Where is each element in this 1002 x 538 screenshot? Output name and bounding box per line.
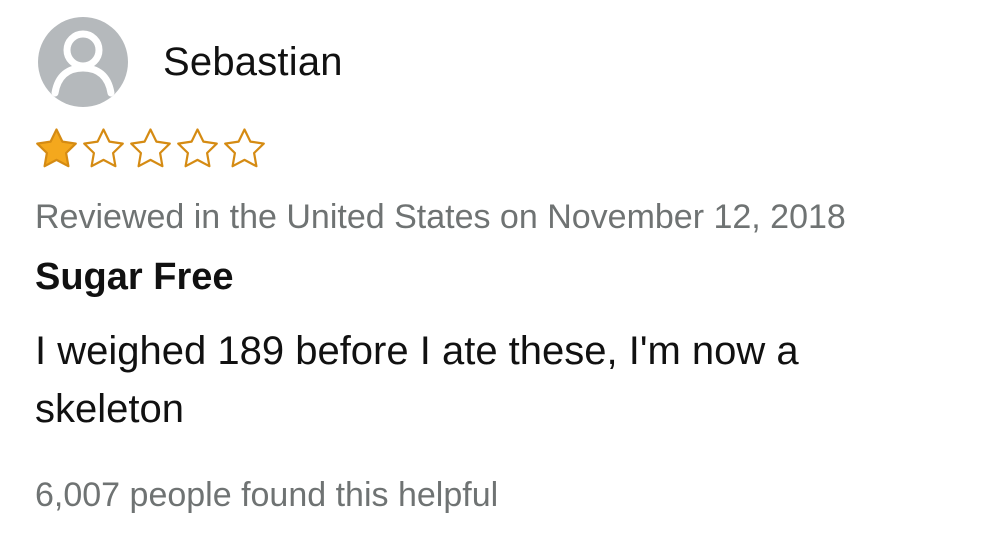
reviewer-profile[interactable]: Sebastian: [38, 17, 343, 107]
star-rating[interactable]: [33, 126, 268, 168]
review-date-location: Reviewed in the United States on Novembe…: [35, 198, 846, 236]
filled-star-icon: [36, 128, 77, 168]
empty-star-icon: [83, 128, 124, 168]
reviewer-name[interactable]: Sebastian: [163, 42, 343, 82]
review-text: I weighed 189 before I ate these, I'm no…: [35, 329, 799, 431]
empty-star-icon: [224, 128, 265, 168]
default-user-avatar-icon[interactable]: [38, 17, 128, 107]
review-card: Sebastian Reviewed in the United States …: [0, 0, 1002, 538]
empty-star-icon: [130, 128, 171, 168]
helpful-count: 6,007 people found this helpful: [35, 476, 499, 514]
empty-star-icon: [177, 128, 218, 168]
review-title[interactable]: Sugar Free: [35, 255, 234, 299]
